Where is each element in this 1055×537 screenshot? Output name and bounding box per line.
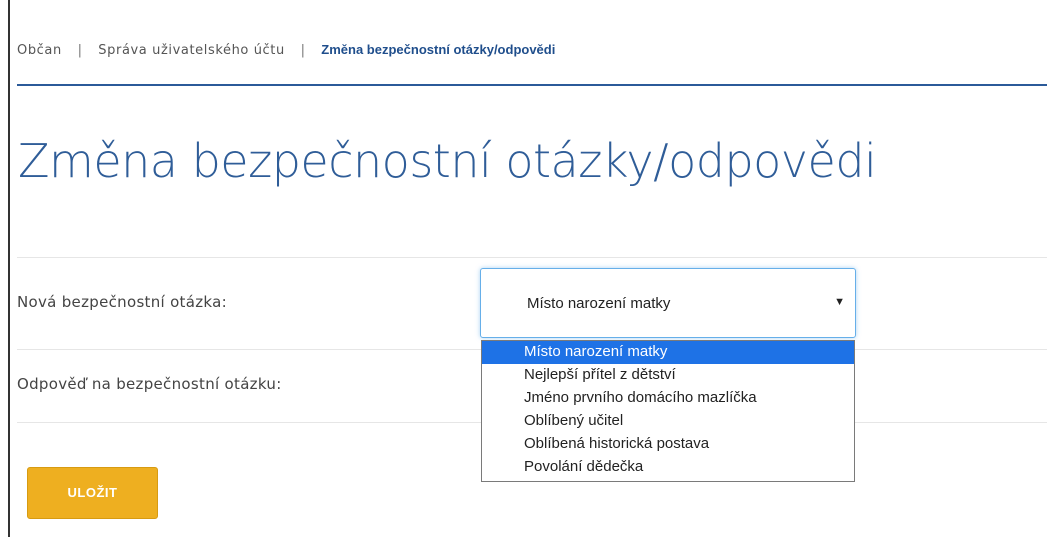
question-dropdown-list: Místo narození matky Nejlepší přítel z d… bbox=[481, 340, 855, 482]
breadcrumb-current: Změna bezpečnostní otázky/odpovědi bbox=[321, 42, 556, 57]
question-select[interactable]: Místo narození matky ▼ bbox=[480, 268, 856, 338]
question-option[interactable]: Oblíbený učitel bbox=[482, 410, 854, 433]
question-option[interactable]: Nejlepší přítel z dětství bbox=[482, 364, 854, 387]
breadcrumb-separator: | bbox=[77, 43, 83, 58]
breadcrumb-link-obcan[interactable]: Občan bbox=[17, 43, 62, 58]
form-divider bbox=[17, 257, 1047, 258]
breadcrumb-link-sprava-uctu[interactable]: Správa uživatelského účtu bbox=[98, 43, 285, 58]
question-option[interactable]: Povolání dědečka bbox=[482, 456, 854, 479]
page-title: Změna bezpečnostní otázky/odpovědi bbox=[18, 134, 877, 188]
question-select-value: Místo narození matky bbox=[527, 295, 671, 312]
question-option[interactable]: Místo narození matky bbox=[482, 341, 854, 364]
header-divider bbox=[17, 84, 1047, 86]
question-option[interactable]: Oblíbená historická postava bbox=[482, 433, 854, 456]
answer-label: Odpověď na bezpečnostní otázku: bbox=[17, 375, 282, 393]
save-button[interactable]: ULOŽIT bbox=[27, 467, 158, 519]
triangle-down-icon: ▼ bbox=[834, 296, 845, 308]
breadcrumb-separator: | bbox=[300, 43, 306, 58]
question-option[interactable]: Jméno prvního domácího mazlíčka bbox=[482, 387, 854, 410]
breadcrumb: Občan | Správa uživatelského účtu | Změn… bbox=[17, 42, 555, 58]
question-label: Nová bezpečnostní otázka: bbox=[17, 293, 227, 311]
